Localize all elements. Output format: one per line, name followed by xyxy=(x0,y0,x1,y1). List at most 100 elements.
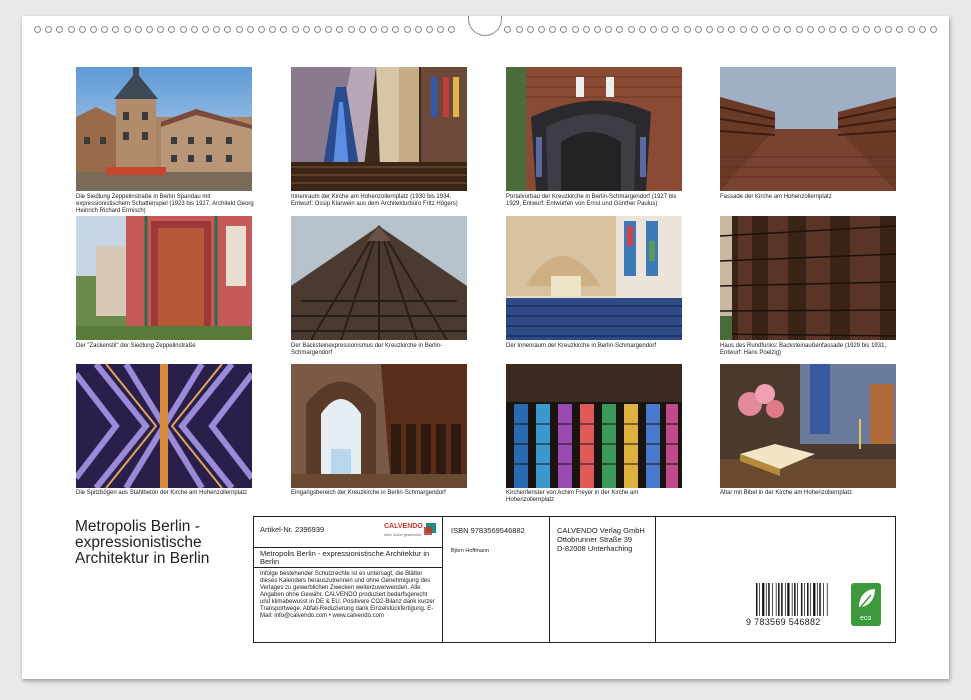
binding-ring xyxy=(67,26,75,33)
binding-ring xyxy=(930,26,937,33)
binding-ring xyxy=(896,26,904,33)
binding-ring xyxy=(885,26,893,33)
barcode-bar xyxy=(765,583,767,616)
barcode-bar xyxy=(819,583,821,616)
binding-ring xyxy=(683,26,691,33)
binding-ring xyxy=(112,26,120,33)
photo-haus-des-rundfunks xyxy=(720,216,896,340)
binding-ring xyxy=(560,26,568,33)
binding-ring xyxy=(224,26,232,33)
caption: Portalvorbau der Kreuzkirche in Berlin-S… xyxy=(506,194,677,207)
binding-ring xyxy=(739,26,747,33)
barcode-bar xyxy=(816,583,818,616)
photo-kreuzkirche-brick xyxy=(291,216,467,340)
binding-ring xyxy=(784,26,792,33)
binding-ring xyxy=(661,26,669,33)
binding-ring xyxy=(392,26,400,33)
barcode-bar xyxy=(823,583,824,616)
binding-ring xyxy=(314,26,321,33)
binding-ring xyxy=(638,26,646,33)
binding-ring xyxy=(45,26,53,33)
binding-ring xyxy=(235,26,243,33)
binding-ring xyxy=(157,26,165,33)
binding-ring xyxy=(146,26,153,33)
binding-ring xyxy=(874,26,881,33)
caption: Der "Zackenstil" der Siedlung Zeppelinst… xyxy=(76,343,196,349)
binding-ring xyxy=(437,26,445,33)
barcode-bar xyxy=(772,583,773,616)
binding-ring xyxy=(918,26,926,33)
binding-ring xyxy=(213,26,221,33)
photo-zeppelinstrasse xyxy=(76,67,252,191)
binding-ring xyxy=(762,26,769,33)
binding-ring xyxy=(829,26,837,33)
publisher-address: CALVENDO Verlag GmbH Ottobrunner Straße … xyxy=(557,526,645,553)
eco-badge: eco xyxy=(851,583,881,626)
calvendo-tagline: Alles. Außer gewöhnlich. xyxy=(384,533,423,537)
barcode-bar xyxy=(826,583,828,616)
binding-ring xyxy=(347,26,355,33)
binding-ring xyxy=(851,26,859,33)
binding-ring xyxy=(179,26,187,33)
leaf-icon xyxy=(858,589,875,610)
binding-ring xyxy=(538,26,545,33)
photo-altar-bibel xyxy=(720,364,896,488)
article-number: Artikel-Nr. 2396939 xyxy=(260,525,325,534)
binding-ring xyxy=(78,26,86,33)
caption: Eingangsbereich der Kreuzkirche in Berli… xyxy=(291,490,446,496)
barcode-bar xyxy=(797,583,798,616)
legal-notice: Infolge bestehender Schutzrechte ist es … xyxy=(260,571,435,619)
binding-ring xyxy=(190,26,198,33)
calvendo-logo: CALVENDO Alles. Außer gewöhnlich. xyxy=(384,521,438,543)
binding-ring xyxy=(403,26,411,33)
caption: Kirchenfenster von Achim Freyer in der K… xyxy=(506,490,639,503)
binding-ring xyxy=(650,26,657,33)
binding-ring xyxy=(269,26,277,33)
binding-ring xyxy=(34,26,41,33)
photo-hohenzollernplatz-interior xyxy=(291,67,467,191)
barcode-bar xyxy=(807,583,809,616)
barcode-bar xyxy=(810,583,811,616)
eco-label: eco xyxy=(860,615,872,622)
caption: Der Backsteinexpressionismus der Kreuzki… xyxy=(291,343,443,356)
binding-ring xyxy=(706,26,713,33)
barcode-bar xyxy=(768,583,770,616)
binding-ring xyxy=(101,26,109,33)
binding-ring xyxy=(258,26,265,33)
binding-ring xyxy=(414,26,422,33)
caption: Altar mit Bibel in der Kirche am Hohenzo… xyxy=(720,490,853,496)
barcode-bar xyxy=(756,583,758,616)
photo-zackenstil xyxy=(76,216,252,340)
binding-ring xyxy=(773,26,781,33)
binding-ring xyxy=(605,26,613,33)
product-title: Metropolis Berlin - expressionistische A… xyxy=(260,549,430,566)
binding-ring xyxy=(717,26,725,33)
binding-ring xyxy=(627,26,635,33)
barcode-bar xyxy=(794,583,796,616)
binding-ring xyxy=(202,26,209,33)
photo-kreuzkirche-entrance xyxy=(291,364,467,488)
binding-ring xyxy=(694,26,702,33)
barcode-bar xyxy=(791,583,793,616)
binding-ring xyxy=(672,26,680,33)
isbn: ISBN 9783569546882 xyxy=(451,526,525,535)
barcode-bar xyxy=(759,583,760,616)
barcode-bar xyxy=(784,583,786,616)
barcode-bar xyxy=(804,583,805,616)
binding-ring xyxy=(571,26,579,33)
barcode-bar xyxy=(800,583,803,616)
caption: Haus des Rundfunks: Backsteinaußenfassad… xyxy=(720,343,887,356)
binding-ring xyxy=(840,26,848,33)
binding-ring xyxy=(302,26,310,33)
binding-ring xyxy=(168,26,176,33)
barcode-bar xyxy=(813,583,816,616)
binding-ring xyxy=(728,26,736,33)
caption: Fassade der Kirche am Hohenzollernplatz xyxy=(720,194,832,200)
caption: Die Siedlung Zeppelinstraße in Berlin Sp… xyxy=(76,194,254,214)
binding-ring xyxy=(381,26,389,33)
barcode-bar xyxy=(787,583,790,616)
barcode-bar xyxy=(762,583,765,616)
binding-ring xyxy=(358,26,366,33)
binding-ring xyxy=(448,26,456,33)
binding-ring xyxy=(123,26,131,33)
